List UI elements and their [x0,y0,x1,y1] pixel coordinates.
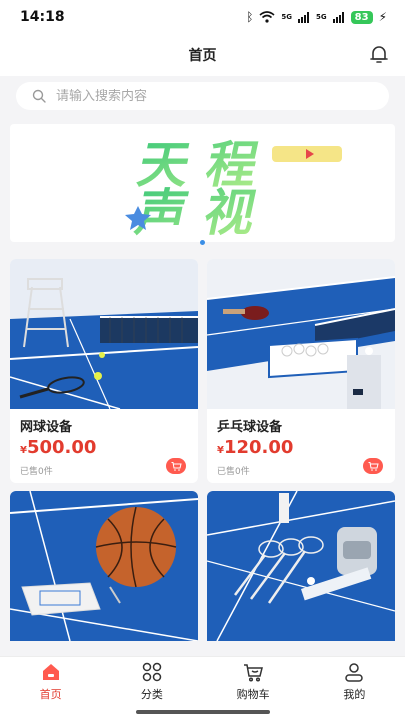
bell-icon[interactable] [367,42,391,66]
status-time: 14:18 [20,9,65,25]
cart-icon [244,664,264,682]
tab-category-label: 分类 [140,688,163,701]
product-price: ¥120.00 [217,437,293,458]
product-card[interactable]: 网球设备 ¥500.00 已售0件 [10,259,198,483]
price-amount: 500.00 [26,437,97,458]
product-title: 网球设备 [20,420,73,435]
carousel-dot-active[interactable] [200,240,205,245]
product-image-tennis [10,259,198,409]
product-grid: 网球设备 ¥500.00 已售0件 乒乓球设备 ¥120.00 已售0件 [10,259,395,641]
product-card[interactable]: 乒乓球设备 ¥120.00 已售0件 [207,259,395,483]
tab-mine[interactable]: 我的 [304,657,405,720]
cart-icon [171,461,182,471]
banner-text-line2: 声视 [131,184,279,242]
product-image-table-tennis [207,259,395,409]
cart-icon [368,461,379,471]
banner-logo: 天程 声视 [125,136,342,242]
nav-bar: 首页 [0,34,405,76]
system-icons: ᛒ 5G 5G 83 ⚡ [246,10,387,24]
product-image-badminton [207,491,395,641]
home-indicator [136,710,270,714]
banner-carousel[interactable]: 天程 声视 [10,124,395,242]
tab-home[interactable]: 首页 [0,657,101,720]
search-bar[interactable] [16,82,389,110]
charging-icon: ⚡ [378,10,387,24]
grid-icon [142,662,162,682]
price-currency: ¥ [20,445,27,456]
product-title: 乒乓球设备 [217,420,283,435]
network-label-1: 5G [281,13,293,21]
product-price: ¥500.00 [20,437,96,458]
price-amount: 120.00 [223,437,294,458]
tab-mine-label: 我的 [343,688,366,701]
user-icon [345,663,364,682]
sold-count: 已售0件 [217,467,250,477]
product-image-basketball [10,491,198,641]
status-bar: 14:18 ᛒ 5G 5G 83 ⚡ [0,0,405,34]
search-input[interactable] [56,88,356,104]
signal-icon-2 [332,11,344,23]
home-icon [42,664,59,680]
add-to-cart-button[interactable] [166,458,186,474]
tab-cart-label: 购物车 [236,688,270,701]
search-icon [32,89,46,103]
page-title: 首页 [188,48,217,64]
product-card[interactable] [207,491,395,641]
network-label-2: 5G [316,13,327,21]
sold-count: 已售0件 [20,467,53,477]
signal-icon [298,11,310,23]
add-to-cart-button[interactable] [363,458,383,474]
tab-home-label: 首页 [39,688,62,701]
bluetooth-icon: ᛒ [246,10,254,24]
price-currency: ¥ [217,445,224,456]
battery-indicator: 83 [350,10,373,24]
wifi-icon [259,11,275,23]
product-card[interactable] [10,491,198,641]
